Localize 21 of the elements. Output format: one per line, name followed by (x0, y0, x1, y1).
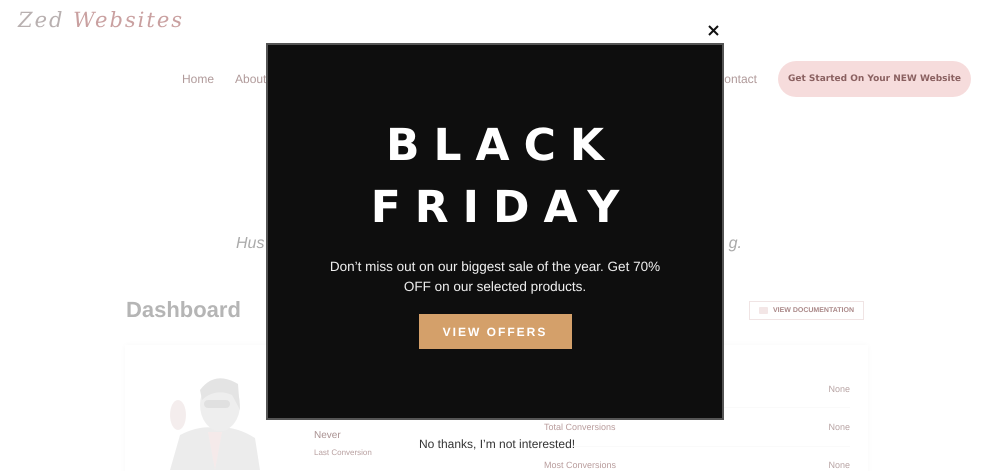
get-started-button[interactable]: Get Started On Your NEW Website (778, 61, 971, 97)
dismiss-link[interactable]: No thanks, I’m not interested! (419, 437, 576, 451)
stat-label: Last Conversion (314, 448, 372, 457)
popup-message: Don’t miss out on our biggest sale of the year. Get 70% OFF on our selected products. (328, 258, 662, 296)
nav-link[interactable]: ontact (724, 72, 757, 86)
stat-value: None (828, 460, 850, 470)
nav-link[interactable]: Home (182, 72, 214, 86)
stat-value: None (828, 384, 850, 394)
tagline-text: g. (728, 235, 742, 253)
stat-label: Most Conversions (544, 460, 616, 470)
stat-value: None (828, 422, 850, 432)
tagline-text: Hus (236, 235, 264, 253)
close-icon[interactable] (708, 25, 719, 36)
stat-label: Total Conversions (544, 422, 616, 432)
view-offers-button[interactable]: VIEW OFFERS (418, 314, 572, 349)
popup-title: FRIDAY (370, 181, 634, 235)
nav-link[interactable]: About (235, 72, 266, 86)
stat-value: Never (314, 430, 341, 441)
popup-title: BLACK (384, 119, 618, 173)
dashboard-title: Dashboard (126, 297, 241, 323)
logo-text[interactable]: Zed Websites (18, 8, 184, 32)
